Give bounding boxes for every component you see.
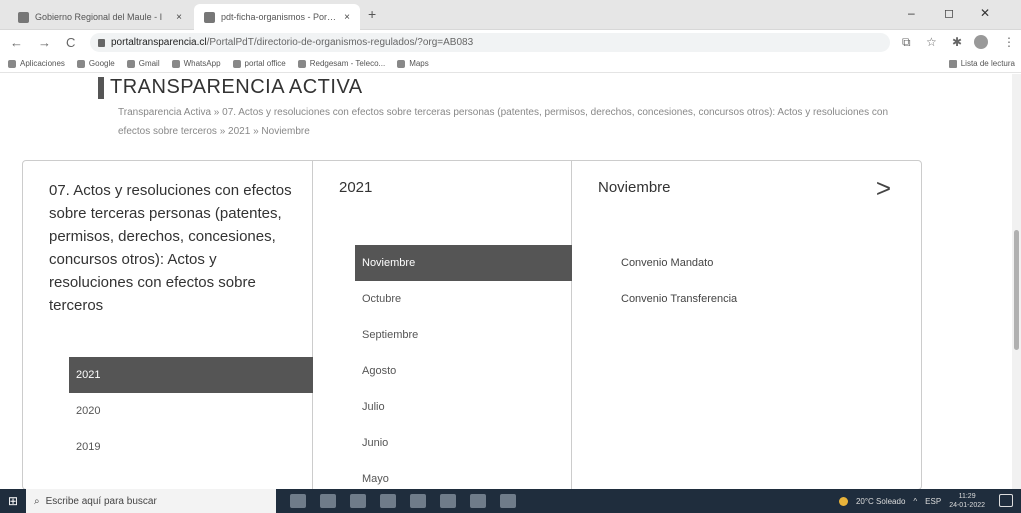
year-item-2020[interactable]: 2020: [69, 393, 313, 429]
system-tray: 20°C Soleado ^ ESP 11:29 24-01-2022: [838, 489, 985, 513]
address-bar-row: ← → C portaltransparencia.cl/PortalPdT/d…: [0, 30, 1021, 55]
taskbar-pinned-apps: [276, 494, 516, 508]
document-column: Noviembre > Convenio Mandato Convenio Tr…: [572, 161, 921, 489]
bookmark-redgesam[interactable]: Redgesam - Teleco...: [297, 59, 385, 68]
year-item-2021[interactable]: 2021: [69, 357, 313, 393]
office-icon: [232, 59, 241, 68]
tab-close-icon[interactable]: ×: [176, 12, 182, 23]
windows-start-icon[interactable]: ⊞: [0, 489, 26, 513]
whatsapp-icon: [171, 59, 180, 68]
page-scrollbar-thumb[interactable]: [1014, 230, 1019, 350]
bookmark-whatsapp[interactable]: WhatsApp: [171, 59, 221, 68]
bookmark-maps[interactable]: Maps: [397, 59, 429, 68]
month-item-mayo[interactable]: Mayo: [355, 461, 572, 489]
document-link-convenio-mandato[interactable]: Convenio Mandato: [621, 257, 713, 269]
chrome-icon[interactable]: [470, 494, 486, 508]
apps-grid-icon: [8, 59, 16, 68]
tab-pdt-ficha-organismos[interactable]: pdt-ficha-organismos - Portal de ×: [194, 4, 360, 30]
year-header: 2021: [339, 179, 373, 196]
tab-close-icon[interactable]: ×: [344, 12, 350, 23]
year-item-2019[interactable]: 2019: [69, 429, 313, 465]
google-icon: [76, 59, 85, 68]
lock-icon: [98, 38, 105, 47]
month-header: Noviembre: [598, 179, 671, 196]
clock[interactable]: 11:29 24-01-2022: [949, 492, 985, 510]
excel-icon[interactable]: [440, 494, 456, 508]
new-tab-button[interactable]: +: [368, 6, 376, 22]
clock-time: 11:29: [958, 493, 976, 500]
breadcrumb[interactable]: Transparencia Activa » 07. Actos y resol…: [118, 103, 918, 141]
language-indicator[interactable]: ESP: [925, 497, 941, 506]
search-icon: ⌕: [34, 495, 40, 507]
word-icon[interactable]: [410, 494, 426, 508]
tab-favicon-icon: [204, 11, 215, 23]
browser-tab-bar: Gobierno Regional del Maule - I × pdt-fi…: [0, 0, 1021, 30]
tab-title: Gobierno Regional del Maule - I: [35, 12, 163, 22]
title-accent-bar: [98, 76, 104, 99]
month-item-noviembre[interactable]: Noviembre: [355, 245, 572, 281]
back-icon[interactable]: ←: [10, 35, 23, 50]
task-view-icon[interactable]: [290, 494, 306, 508]
tab-favicon-icon: [18, 11, 29, 23]
month-item-junio[interactable]: Junio: [355, 425, 572, 461]
month-item-agosto[interactable]: Agosto: [355, 353, 572, 389]
bookmark-gmail[interactable]: Gmail: [126, 59, 160, 68]
url-host: portaltransparencia.cl: [111, 37, 207, 48]
reading-list-button[interactable]: Lista de lectura: [948, 59, 1015, 68]
month-item-julio[interactable]: Julio: [355, 389, 572, 425]
category-title: 07. Actos y resoluciones con efectos sob…: [49, 182, 292, 314]
next-arrow-icon[interactable]: >: [876, 173, 891, 204]
reading-list-icon: [948, 59, 957, 68]
weather-text[interactable]: 20°C Soleado: [856, 497, 905, 506]
page-title: TRANSPARENCIA ACTIVA: [110, 76, 363, 98]
tab-gobierno-regional[interactable]: Gobierno Regional del Maule - I ×: [8, 4, 192, 30]
bookmarks-bar: Aplicaciones Google Gmail WhatsApp porta…: [0, 55, 1021, 73]
url-input[interactable]: portaltransparencia.cl/PortalPdT/directo…: [90, 33, 890, 52]
share-icon[interactable]: ⧉: [902, 35, 911, 50]
tab-title: pdt-ficha-organismos - Portal de: [221, 12, 339, 22]
page-title-row: TRANSPARENCIA ACTIVA: [98, 76, 363, 99]
profile-avatar[interactable]: [974, 35, 988, 49]
document-list: Convenio Mandato Convenio Transferencia: [612, 245, 892, 317]
month-list: Noviembre Octubre Septiembre Agosto Juli…: [355, 245, 572, 489]
notification-icon[interactable]: [999, 494, 1013, 507]
edge-icon[interactable]: [320, 494, 336, 508]
browser-menu-icon[interactable]: ⋮: [1003, 35, 1015, 49]
forward-icon[interactable]: →: [38, 35, 51, 50]
file-explorer-icon[interactable]: [380, 494, 396, 508]
maximize-icon[interactable]: ◻: [944, 6, 954, 20]
document-link-convenio-transferencia[interactable]: Convenio Transferencia: [621, 293, 737, 305]
bookmark-star-icon[interactable]: ☆: [926, 35, 937, 49]
gmail-icon: [126, 59, 135, 68]
clock-date: 24-01-2022: [949, 502, 985, 509]
document-item[interactable]: Convenio Transferencia: [612, 281, 892, 317]
month-column: 2021 Noviembre Octubre Septiembre Agosto…: [313, 161, 572, 489]
bookmark-portal-office[interactable]: portal office: [232, 59, 286, 68]
extensions-icon[interactable]: ✱: [952, 35, 962, 49]
redgesam-icon: [297, 59, 306, 68]
bookmark-google[interactable]: Google: [76, 59, 115, 68]
taskbar-search-box[interactable]: ⌕ Escribe aquí para buscar: [26, 489, 276, 513]
weather-sun-icon: [838, 496, 848, 506]
month-item-octubre[interactable]: Octubre: [355, 281, 572, 317]
url-path: /PortalPdT/directorio-de-organismos-regu…: [206, 37, 474, 48]
month-item-septiembre[interactable]: Septiembre: [355, 317, 572, 353]
tray-chevron-icon[interactable]: ^: [913, 497, 917, 506]
windows-taskbar: ⊞ ⌕ Escribe aquí para buscar 20°C Solead…: [0, 489, 1021, 513]
navigation-panel: 07. Actos y resoluciones con efectos sob…: [22, 160, 922, 490]
document-item[interactable]: Convenio Mandato: [612, 245, 892, 281]
reload-icon[interactable]: C: [66, 35, 75, 50]
minimize-icon[interactable]: –: [908, 6, 915, 20]
taskbar-search-placeholder: Escribe aquí para buscar: [45, 495, 157, 507]
maps-pin-icon: [397, 59, 406, 68]
category-column: 07. Actos y resoluciones con efectos sob…: [23, 161, 313, 489]
close-window-icon[interactable]: ✕: [980, 6, 990, 20]
app-icon[interactable]: [500, 494, 516, 508]
bookmark-aplicaciones[interactable]: Aplicaciones: [8, 59, 65, 68]
year-list: 2021 2020 2019: [69, 357, 313, 465]
mail-icon[interactable]: [350, 494, 366, 508]
